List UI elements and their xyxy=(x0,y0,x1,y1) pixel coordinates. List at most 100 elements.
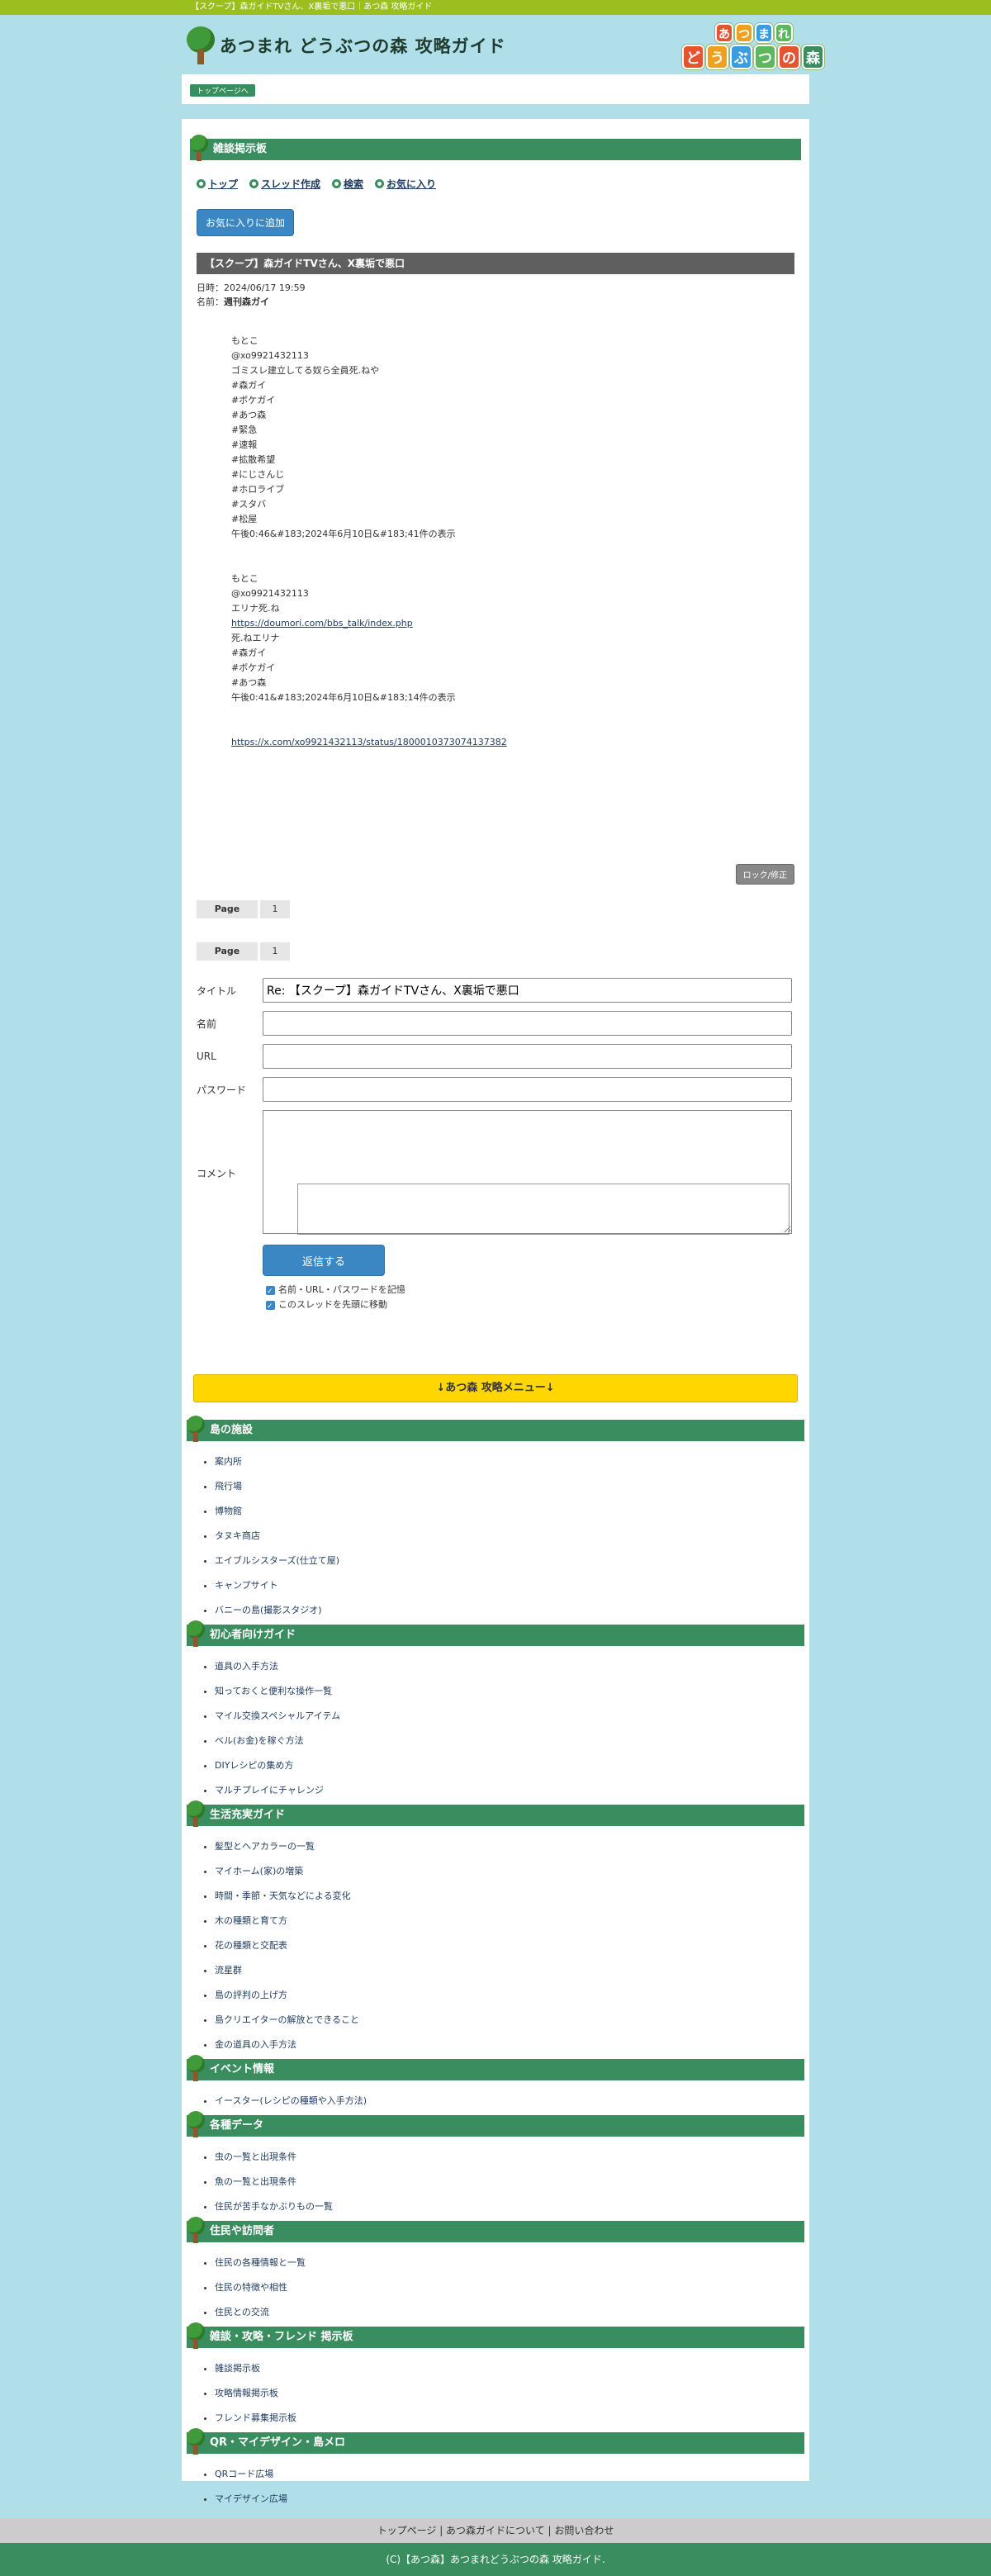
menu-section: 雑談・攻略・フレンド 掲示板雑談掲示板攻略情報掲示板フレンド募集掲示板 xyxy=(187,2322,804,2431)
menu-link[interactable]: イースター(レシピの種類や入手方法) xyxy=(215,2089,804,2113)
add-favorite-button[interactable]: お気に入りに追加 xyxy=(197,209,295,236)
reply-button[interactable]: 返信する xyxy=(263,1245,385,1276)
pager-label: Page xyxy=(197,900,258,918)
menu-link[interactable]: 博物館 xyxy=(215,1499,804,1524)
remember-checkbox[interactable]: 名前・URL・パスワードを記憶 xyxy=(266,1283,794,1299)
menu-section-title: イベント情報 xyxy=(210,2063,275,2076)
post-line: #スタバ xyxy=(231,499,267,510)
tree-icon xyxy=(187,2322,205,2351)
menu-link[interactable]: 案内所 xyxy=(215,1449,804,1474)
post-line: #緊急 xyxy=(231,425,258,435)
logo-letter: 森 xyxy=(802,45,824,69)
menu-link[interactable]: 金の道具の入手方法 xyxy=(215,2033,804,2057)
menu-section-title: 雑談・攻略・フレンド 掲示板 xyxy=(210,2331,353,2343)
pager-bottom: Page 1 xyxy=(197,942,292,961)
board-header: 雑談掲示板 xyxy=(190,135,801,161)
bullet-icon xyxy=(332,179,342,188)
menu-section-title: 島の施設 xyxy=(210,1424,254,1436)
menu-link[interactable]: 住民の各種情報と一覧 xyxy=(215,2251,804,2275)
menu-section-header: 初心者向けガイド xyxy=(187,1620,804,1647)
name-field[interactable] xyxy=(263,1011,792,1036)
footer-links[interactable]: トップページ | あつ森ガイドについて | お問い合わせ xyxy=(0,2518,991,2543)
x-status-link[interactable]: https://x.com/xo9921432113/status/180001… xyxy=(231,737,507,747)
board-title: 雑談掲示板 xyxy=(213,143,268,155)
menu-link[interactable]: 知っておくと便利な操作一覧 xyxy=(215,1679,804,1704)
menu-section-title: 各種データ xyxy=(210,2119,264,2132)
post-line: 午後0:46&#183;2024年6月10日&#183;41件の表示 xyxy=(231,529,456,539)
nav-search-link[interactable]: 検索 xyxy=(332,177,363,191)
post-line: #松屋 xyxy=(231,514,258,524)
menu-link[interactable]: マイル交換スペシャルアイテム xyxy=(215,1704,804,1729)
password-label: パスワード xyxy=(197,1084,247,1096)
menu-link[interactable]: バニーの島(撮影スタジオ) xyxy=(215,1598,804,1623)
title-label: タイトル xyxy=(197,984,237,997)
move-top-checkbox[interactable]: このスレッドを先頭に移動 xyxy=(266,1297,794,1314)
menu-link[interactable]: キャンプサイト xyxy=(215,1573,804,1598)
menu-link[interactable]: エイブルシスターズ(仕立て屋) xyxy=(215,1549,804,1573)
post-line: 死.ねエリナ xyxy=(231,633,280,643)
menu-section: イベント情報イースター(レシピの種類や入手方法) xyxy=(187,2055,804,2113)
menu-link[interactable]: マルチプレイにチャレンジ xyxy=(215,1778,804,1803)
menu-link[interactable]: 島の評判の上げ方 xyxy=(215,1983,804,2008)
lock-edit-button[interactable]: ロック/修正 xyxy=(735,864,794,885)
menu-link[interactable]: 木の種類と育て方 xyxy=(215,1909,804,1933)
menu-link[interactable]: 島クリエイターの解放とできること xyxy=(215,2008,804,2033)
post-url-link[interactable]: https://doumori.com/bbs_talk/index.php xyxy=(231,618,413,629)
menu-link[interactable]: 時間・季節・天気などによる変化 xyxy=(215,1884,804,1909)
logo-letter: ま xyxy=(755,23,773,43)
post-line: @xo9921432113 xyxy=(231,350,309,361)
post-date: 2024/06/17 19:59 xyxy=(224,282,306,293)
menu-link[interactable]: 雑談掲示板 xyxy=(215,2356,804,2381)
post-line: #ボケガイ xyxy=(231,395,276,406)
comment-inner-box xyxy=(297,1184,789,1235)
nav-top-link[interactable]: トップ xyxy=(197,177,238,191)
menu-link[interactable]: 住民との交流 xyxy=(215,2300,804,2325)
window-title-bar: 【スクープ】森ガイドTVさん、X裏垢で悪口｜あつ森 攻略ガイド xyxy=(0,0,991,15)
logo-letter: れ xyxy=(775,23,793,43)
site-title: あつまれ どうぶつの森 攻略ガイド xyxy=(220,36,506,56)
post-line: ゴミスレ建立してる奴ら全員死.ねや xyxy=(231,365,380,376)
menu-link[interactable]: QRコード広場 xyxy=(215,2462,804,2487)
menu-link[interactable]: 飛行場 xyxy=(215,1474,804,1499)
pager-top: Page 1 xyxy=(197,900,292,918)
menu-link[interactable]: 住民の特徴や相性 xyxy=(215,2275,804,2300)
menu-link[interactable]: 攻略情報掲示板 xyxy=(215,2381,804,2406)
menu-section-title: 初心者向けガイド xyxy=(210,1629,296,1641)
board-nav: トップ スレッド作成 検索 お気に入り xyxy=(197,177,801,191)
menu-link[interactable]: 花の種類と交配表 xyxy=(215,1933,804,1958)
post-line: #速報 xyxy=(231,439,258,450)
guide-menu-banner: ↓あつ森 攻略メニュー↓ xyxy=(193,1374,798,1402)
logo-letter: つ xyxy=(735,23,753,43)
menu-section: 各種データ虫の一覧と出現条件魚の一覧と出現条件住民が苦手なかぶりもの一覧 xyxy=(187,2111,804,2219)
menu-link[interactable]: 道具の入手方法 xyxy=(215,1654,804,1679)
nav-favorites-link[interactable]: お気に入り xyxy=(375,177,436,191)
menu-section-header: イベント情報 xyxy=(187,2055,804,2081)
page-number[interactable]: 1 xyxy=(260,900,290,918)
menu-link[interactable]: マイデザイン広場 xyxy=(215,2487,804,2512)
menu-link[interactable]: フレンド募集掲示板 xyxy=(215,2406,804,2431)
menu-section-header: 各種データ xyxy=(187,2111,804,2137)
menu-section-header: QR・マイデザイン・島メロ xyxy=(187,2428,804,2455)
pager-label: Page xyxy=(197,942,258,961)
bullet-icon xyxy=(249,179,259,188)
site-logo[interactable]: あつまれ どうぶつの森 攻略ガイド xyxy=(185,26,506,64)
top-page-link[interactable]: トップページへ xyxy=(190,84,255,97)
url-field[interactable] xyxy=(263,1044,792,1069)
menu-link[interactable]: タヌキ商店 xyxy=(215,1524,804,1549)
menu-link[interactable]: DIYレシピの集め方 xyxy=(215,1753,804,1778)
password-field[interactable] xyxy=(263,1077,792,1102)
menu-link[interactable]: ベル(お金)を稼ぐ方法 xyxy=(215,1729,804,1753)
logo-letter: ぶ xyxy=(730,45,752,69)
menu-link[interactable]: 流星群 xyxy=(215,1958,804,1983)
menu-section: 住民や訪問者住民の各種情報と一覧住民の特徴や相性住民との交流 xyxy=(187,2217,804,2325)
menu-link[interactable]: 魚の一覧と出現条件 xyxy=(215,2170,804,2194)
page-number[interactable]: 1 xyxy=(260,942,290,961)
title-field[interactable] xyxy=(263,978,792,1003)
menu-link[interactable]: 髪型とヘアカラーの一覧 xyxy=(215,1834,804,1859)
nav-create-thread-link[interactable]: スレッド作成 xyxy=(249,177,320,191)
reply-form: タイトル 名前 URL パスワード コメント 返信する 名前・URL・パスワード… xyxy=(197,978,794,1314)
menu-link[interactable]: 虫の一覧と出現条件 xyxy=(215,2145,804,2170)
post-line: 午後0:41&#183;2024年6月10日&#183;14件の表示 xyxy=(231,692,456,703)
menu-link[interactable]: マイホーム(家)の増築 xyxy=(215,1859,804,1884)
menu-link[interactable]: 住民が苦手なかぶりもの一覧 xyxy=(215,2194,804,2219)
